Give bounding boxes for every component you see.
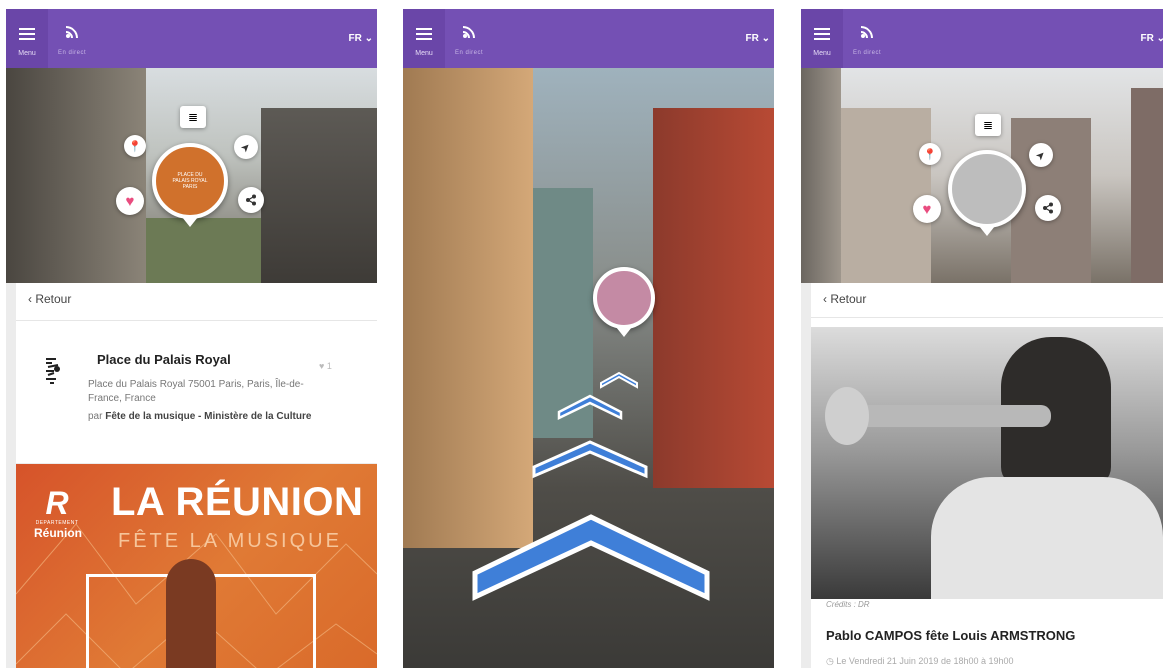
heart-icon[interactable]: ♥ [913,195,941,223]
performer-suit [931,477,1163,599]
poi-address: Place du Palais Royal 75001 Paris, Paris… [88,379,304,404]
trumpet-bell [825,387,869,445]
performer-figure [166,559,216,668]
language-selector[interactable]: FR ⌄ [1141,33,1163,44]
poi-marker-tail [979,226,995,236]
ar-arrow-near [532,440,648,479]
building-right [261,108,377,283]
language-selector[interactable]: FR ⌄ [746,33,771,44]
building-right [1131,88,1163,283]
heart-icon[interactable]: ♥ [116,187,144,215]
rss-icon[interactable] [66,24,80,38]
rss-icon[interactable] [463,24,477,38]
poi-marker-tail [616,327,632,337]
hamburger-icon [416,28,432,40]
divider [811,317,1163,318]
screen-poi-detail: ≣ 📍 ➤ ♥ PLACE DU PALAIS ROYAL PARIS ‹ Re… [6,9,377,668]
live-label[interactable]: En direct [455,50,483,56]
menu-button[interactable]: Menu [801,9,843,68]
app-header: Menu En direct FR ⌄ [6,9,377,68]
event-title: Pablo CAMPOS fête Louis ARMSTRONG [826,628,1076,643]
poster-title: LA RÉUNION [111,480,364,524]
poi-marker[interactable] [948,150,1026,228]
hamburger-icon [814,28,830,40]
ar-arrow-mid [557,394,623,420]
back-link[interactable]: ‹ Retour [823,292,866,306]
photo-credits: Crédits : DR [826,600,870,609]
hamburger-icon [19,28,35,40]
building-right [653,108,774,488]
poi-marker[interactable] [593,267,655,329]
menu-button[interactable]: Menu [6,9,48,68]
ar-arrow-closest [472,514,710,601]
ar-arrow-far [600,371,638,389]
live-label[interactable]: En direct [58,50,86,56]
trees [146,218,261,283]
poster-subtitle: FÊTE LA MUSIQUE [118,530,342,552]
event-poster[interactable]: R DEPARTEMENT Réunion LA RÉUNION FÊTE LA… [16,464,377,668]
back-link[interactable]: ‹ Retour [28,292,71,306]
list-icon[interactable]: ≣ [975,114,1001,136]
organizer-logo [46,358,60,384]
app-header: Menu En direct FR ⌄ [801,9,1163,68]
building-mid [841,108,931,283]
like-count[interactable]: ♥ 1 [319,361,332,371]
poi-marker-tail [182,217,198,227]
poi-title: Place du Palais Royal [97,352,231,367]
live-label[interactable]: En direct [853,50,881,56]
screen-ar-navigation: Menu En direct FR ⌄ [403,9,774,668]
share-icon[interactable] [1035,195,1061,221]
share-icon[interactable] [238,187,264,213]
divider [16,320,377,321]
poi-organizer: par Fête de la musique - Ministère de la… [88,411,312,422]
pin-icon[interactable]: 📍 [919,143,941,165]
department-logo: R DEPARTEMENT Réunion [34,485,82,540]
building-left [6,68,146,283]
navigate-icon[interactable]: ➤ [1029,143,1053,167]
app-header: Menu En direct FR ⌄ [403,9,774,68]
poi-marker[interactable]: PLACE DU PALAIS ROYAL PARIS [152,143,228,219]
list-icon[interactable]: ≣ [180,106,206,128]
event-date: ◷ Le Vendredi 21 Juin 2019 de 18h00 à 19… [826,656,1014,666]
navigate-icon[interactable]: ➤ [234,135,258,159]
event-photo[interactable] [811,327,1163,599]
language-selector[interactable]: FR ⌄ [349,33,374,44]
building-left [403,68,533,548]
share-glyph [246,194,256,206]
screen-event-detail: ≣ 📍 ➤ ♥ ‹ Retour Crédits : DR Pablo CAMP… [801,9,1163,668]
detail-card [16,283,377,463]
rss-icon[interactable] [861,24,875,38]
share-glyph [1043,202,1053,214]
menu-button[interactable]: Menu [403,9,445,68]
building-left [801,68,841,283]
pin-icon[interactable]: 📍 [124,135,146,157]
